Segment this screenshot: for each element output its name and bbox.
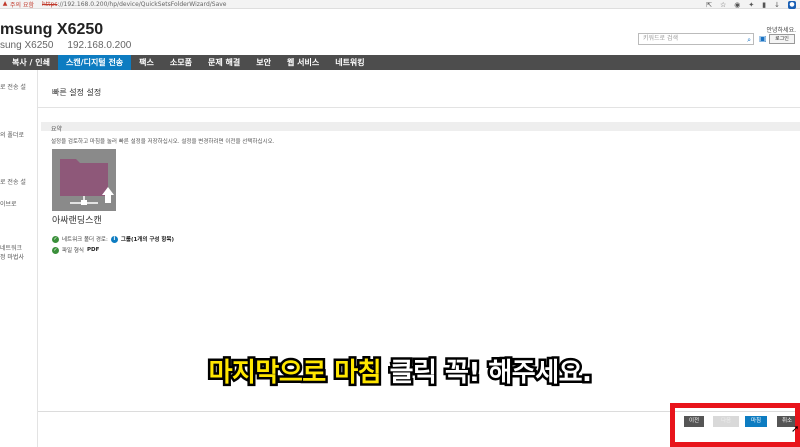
wizard-panel: 빠른 설정 설정 요약 설정을 검토하고 마침을 눌러 빠른 설정을 저장하십시…: [37, 70, 800, 447]
check-icon: ✓: [52, 246, 59, 254]
warning-icon: ▲: [2, 0, 8, 7]
greeting-text: 안녕하세요.: [766, 27, 796, 34]
url-path: ://192.168.0.200/hp/device/QuickSetsFold…: [57, 0, 227, 8]
file-format-value: PDF: [87, 247, 100, 253]
summary-description: 설정을 검토하고 마침을 눌러 빠른 설정을 저장하십시오. 설정을 변경하려면…: [51, 139, 275, 145]
section-header: [41, 122, 800, 131]
printer-model-title: msung X6250: [0, 21, 104, 38]
star-icon[interactable]: ☆: [720, 1, 726, 9]
printer-model-name: sung X6250: [0, 40, 54, 51]
nav-troubleshooting[interactable]: 문제 해결: [200, 55, 248, 70]
sidebar-item-usb-drive[interactable]: 이브로: [0, 201, 17, 209]
sidebar: 로 전송 설 의 폴더로 로 전송 설 이브로 네트워크 정 마법사: [0, 70, 36, 447]
check-icon: ✓: [52, 235, 59, 243]
sidebar-icon[interactable]: ▮: [762, 1, 766, 9]
sidebar-item-email-setup[interactable]: 로 전송 설: [0, 84, 26, 92]
nav-security[interactable]: 보안: [248, 55, 279, 70]
nav-copy-print[interactable]: 복사 / 인쇄: [0, 55, 58, 70]
hp-ews-page: ▲ 주의 요함 https://192.168.0.200/hp/device/…: [0, 0, 800, 447]
search-icon[interactable]: ⌕: [747, 35, 751, 45]
page-title: 빠른 설정 설정: [52, 88, 102, 97]
nav-fax[interactable]: 팩스: [131, 55, 162, 70]
section-title: 요약: [51, 126, 63, 133]
search-placeholder: 키워드로 검색: [643, 35, 679, 42]
search-input[interactable]: 키워드로 검색 ⌕: [638, 33, 754, 45]
help-icon[interactable]: ▣: [759, 34, 767, 43]
highlight-box: [670, 403, 800, 447]
share-icon[interactable]: ⇱: [706, 1, 712, 9]
folder-path-value: 그룹(1개의 구성 항목): [120, 237, 175, 243]
security-warning[interactable]: ▲ 주의 요함: [0, 0, 34, 9]
download-icon[interactable]: ↓: [774, 1, 780, 9]
summary-folder-path: ✓ 네트워크 폴더 경로: i 그룹(1개의 구성 항목): [52, 235, 174, 243]
summary-file-format: ✓ 파일 형식 PDF: [52, 246, 99, 254]
printer-ip: 192.168.0.200: [67, 40, 132, 51]
url-scheme: https: [42, 0, 58, 8]
extensions-icon[interactable]: ✦: [748, 1, 754, 9]
url-field[interactable]: https://192.168.0.200/hp/device/QuickSet…: [42, 1, 227, 8]
info-icon[interactable]: i: [110, 235, 118, 243]
quickset-name: 아싸랜딩스캔: [52, 216, 102, 226]
sidebar-item-network-setup[interactable]: 네트워크: [0, 245, 22, 253]
network-folder-icon: [52, 149, 116, 211]
sidebar-item-sharepoint-setup[interactable]: 로 전송 설: [0, 179, 26, 187]
camera-icon[interactable]: ◉: [734, 1, 740, 9]
main-nav: 복사 / 인쇄 스캔/디지털 전송 팩스 소모품 문제 해결 보안 웹 서비스 …: [0, 55, 800, 70]
browser-toolbar: ⇱ ☆ ◉ ✦ ▮ ↓ ●: [706, 0, 796, 9]
nav-scan-digital-send[interactable]: 스캔/디지털 전송: [57, 55, 132, 70]
nav-supplies[interactable]: 소모품: [162, 55, 200, 70]
printer-model-subtitle: sung X6250 192.168.0.200: [0, 40, 131, 51]
caption-highlight: 마지막으로 마침: [206, 356, 384, 391]
title-divider: [38, 107, 800, 108]
mouse-cursor-icon: ➚: [791, 424, 800, 435]
security-warning-label: 주의 요함: [10, 1, 34, 9]
video-caption: 마지막으로 마침 클릭 꼭! 해주세요.: [0, 352, 800, 391]
nav-networking[interactable]: 네트워킹: [327, 55, 372, 70]
profile-icon[interactable]: ●: [788, 0, 796, 9]
sidebar-item-wizard[interactable]: 정 마법사: [0, 254, 24, 262]
ews-header: msung X6250 sung X6250 192.168.0.200 안녕하세…: [0, 9, 800, 55]
login-button[interactable]: 로그인: [769, 34, 795, 44]
browser-address-bar: ▲ 주의 요함 https://192.168.0.200/hp/device/…: [0, 0, 800, 9]
caption-text: 클릭 꼭! 해주세요.: [387, 356, 594, 391]
folder-path-label: 네트워크 폴더 경로:: [62, 237, 108, 243]
file-format-label: 파일 형식: [62, 248, 84, 254]
nav-web-services[interactable]: 웹 서비스: [279, 55, 327, 70]
sidebar-item-network-folder[interactable]: 의 폴더로: [0, 132, 24, 140]
